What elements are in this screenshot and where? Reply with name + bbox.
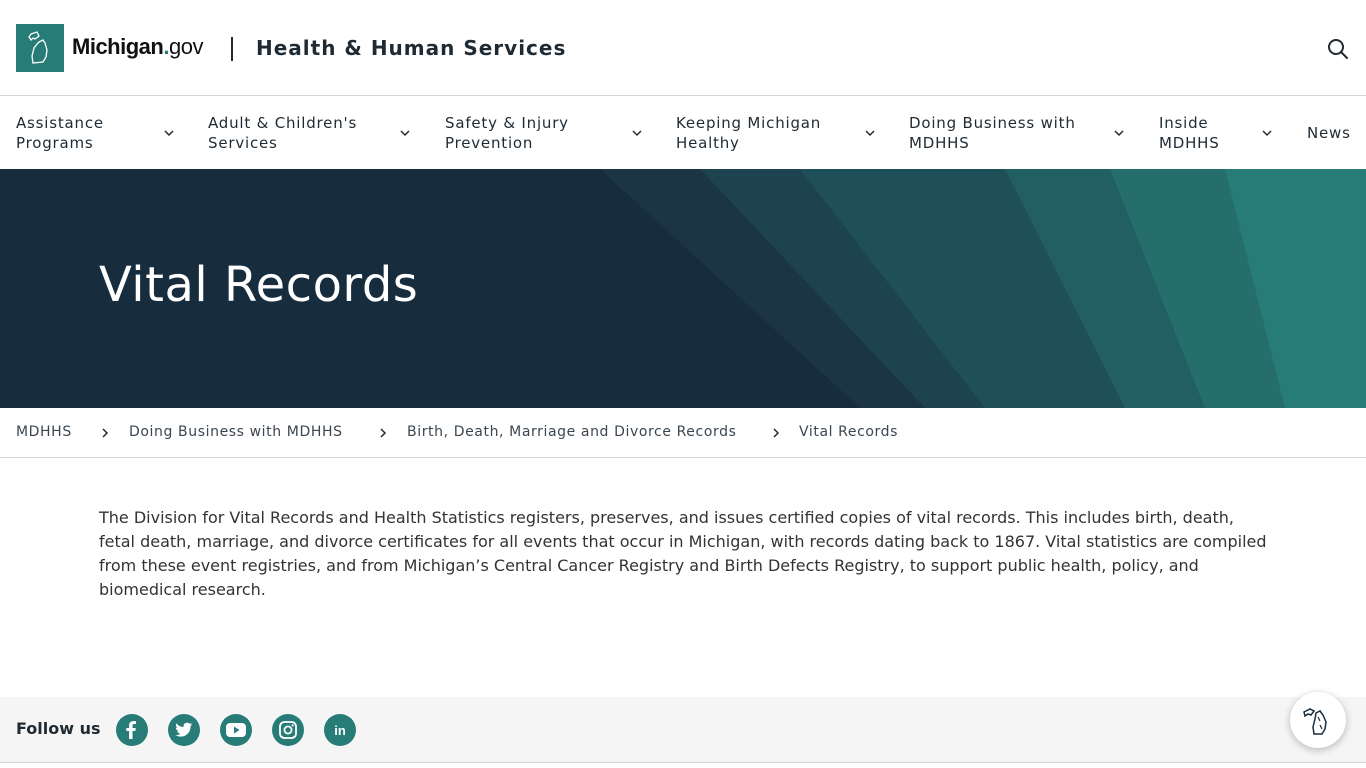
hero-banner: Vital Records bbox=[0, 169, 1366, 408]
search-button[interactable] bbox=[1324, 35, 1352, 63]
social-footer: Follow us in bbox=[0, 697, 1366, 763]
site-header: Michigan.gov Health & Human Services bbox=[0, 0, 1366, 96]
nav-item-assistance-programs[interactable]: Assistance Programs bbox=[16, 97, 186, 169]
michigan-gov-logo[interactable]: Michigan.gov bbox=[72, 34, 203, 60]
nav-label-line1: Safety & Injury bbox=[445, 114, 569, 132]
site-title[interactable]: Health & Human Services bbox=[256, 36, 566, 60]
chevron-down-icon bbox=[632, 130, 642, 137]
nav-item-inside-mdhhs[interactable]: Inside MDHHS bbox=[1159, 97, 1279, 169]
twitter-icon[interactable] bbox=[168, 714, 200, 746]
linkedin-icon-text: in bbox=[334, 722, 346, 738]
michigan-logo-icon[interactable] bbox=[16, 24, 64, 72]
chevron-right-icon bbox=[102, 428, 109, 438]
nav-label-line1: Adult & Children's bbox=[208, 114, 358, 132]
nav-label-line2: Prevention bbox=[445, 134, 534, 152]
nav-label-line2: MDHHS bbox=[1159, 134, 1220, 152]
search-icon bbox=[1328, 39, 1348, 59]
chevron-right-icon bbox=[380, 428, 387, 438]
nav-label-line1: Assistance bbox=[16, 114, 104, 132]
instagram-icon[interactable] bbox=[272, 714, 304, 746]
breadcrumb-current-vital-records: Vital Records bbox=[799, 424, 899, 440]
linkedin-icon[interactable]: in bbox=[324, 714, 356, 746]
main-nav: Assistance Programs Adult & Children's Ser… bbox=[0, 97, 1366, 169]
chevron-down-icon bbox=[400, 130, 410, 137]
michigan-chat-icon bbox=[1303, 708, 1327, 735]
nav-label-line2: MDHHS bbox=[909, 134, 970, 152]
breadcrumb: MDHHS Doing Business with MDHHS Birth, D… bbox=[0, 408, 1366, 458]
page-title: Vital Records bbox=[99, 257, 419, 313]
nav-item-keeping-michigan-healthy[interactable]: Keeping Michigan Healthy bbox=[676, 97, 886, 169]
nav-label-line1: Keeping Michigan bbox=[676, 114, 822, 132]
breadcrumb-link-doing-business[interactable]: Doing Business with MDHHS bbox=[129, 424, 343, 440]
nav-item-doing-business-with-mdhhs[interactable]: Doing Business with MDHHS bbox=[909, 97, 1139, 169]
nav-item-safety-injury-prevention[interactable]: Safety & Injury Prevention bbox=[445, 97, 650, 169]
chevron-down-icon bbox=[1262, 130, 1272, 137]
nav-label-line1: Inside bbox=[1159, 114, 1209, 132]
chevron-right-icon bbox=[773, 428, 780, 438]
nav-item-news[interactable]: News bbox=[1307, 97, 1363, 169]
intro-paragraph: The Division for Vital Records and Healt… bbox=[99, 508, 1267, 599]
nav-item-adult-childrens-services[interactable]: Adult & Children's Services bbox=[208, 97, 418, 169]
nav-label-line2: Healthy bbox=[676, 134, 740, 152]
nav-news-label: News bbox=[1307, 124, 1351, 142]
chat-assistant-button[interactable] bbox=[1290, 692, 1346, 748]
logo-divider bbox=[231, 37, 233, 61]
breadcrumb-link-birth-death-marriage-divorce[interactable]: Birth, Death, Marriage and Divorce Recor… bbox=[407, 424, 736, 440]
chevron-down-icon bbox=[865, 130, 875, 137]
youtube-icon[interactable] bbox=[220, 714, 252, 746]
chevron-down-icon bbox=[1114, 130, 1124, 137]
nav-label-line1: Doing Business with bbox=[909, 114, 1076, 132]
nav-label-line2: Programs bbox=[16, 134, 94, 152]
follow-us-label: Follow us bbox=[16, 719, 101, 738]
chevron-down-icon bbox=[164, 130, 174, 137]
facebook-icon[interactable] bbox=[116, 714, 148, 746]
nav-label-line2: Services bbox=[208, 134, 278, 152]
breadcrumb-link-mdhhs[interactable]: MDHHS bbox=[16, 424, 72, 440]
